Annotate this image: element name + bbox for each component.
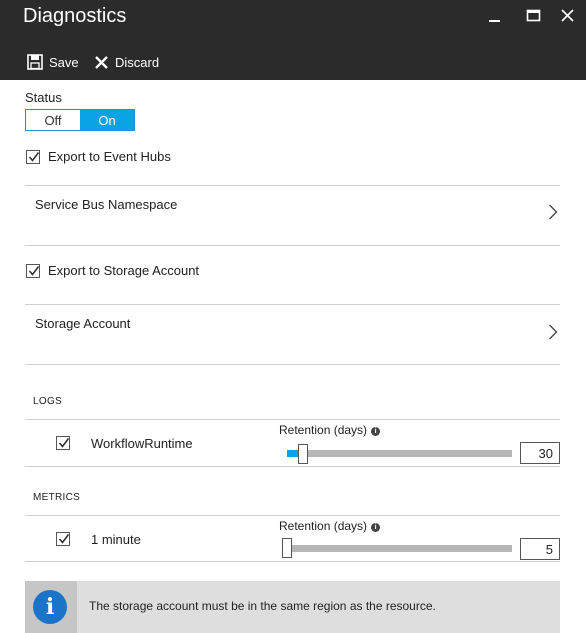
retention-label: Retention (days) i — [279, 423, 381, 437]
checkmark-icon — [58, 438, 70, 448]
status-toggle[interactable]: Off On — [25, 109, 135, 131]
service-bus-namespace-label: Service Bus Namespace — [35, 197, 178, 212]
page-title: Diagnostics — [23, 5, 127, 27]
minimize-button[interactable] — [484, 6, 504, 26]
log-retention-slider-track[interactable] — [287, 450, 512, 457]
save-icon — [27, 54, 43, 70]
checkmark-icon — [58, 534, 70, 544]
close-icon — [561, 9, 574, 22]
metrics-section-header: METRICS — [33, 492, 81, 503]
status-label: Status — [25, 90, 62, 105]
log-retention-slider-thumb[interactable] — [298, 444, 308, 464]
close-button[interactable] — [558, 6, 578, 26]
retention-label-text: Retention (days) — [279, 519, 368, 533]
discard-label: Discard — [115, 54, 160, 70]
service-bus-namespace-row[interactable]: Service Bus Namespace — [25, 186, 560, 245]
storage-account-row[interactable]: Storage Account — [25, 305, 560, 364]
retention-label: Retention (days) i — [279, 519, 381, 533]
info-banner: i The storage account must be in the sam… — [25, 581, 560, 633]
storage-account-checkbox[interactable] — [26, 264, 40, 278]
divider — [25, 561, 560, 562]
info-banner-icon-box: i — [25, 581, 77, 633]
log-retention-input[interactable]: 30 — [520, 442, 560, 464]
log-category-label: WorkflowRuntime — [91, 436, 193, 451]
checkmark-icon — [28, 266, 40, 276]
save-button[interactable]: Save — [27, 52, 79, 72]
chevron-right-icon — [549, 324, 558, 340]
status-off-option[interactable]: Off — [26, 110, 80, 130]
discard-icon — [95, 55, 108, 69]
minimize-icon — [489, 20, 500, 22]
event-hubs-label: Export to Event Hubs — [48, 149, 171, 164]
metric-checkbox-1-minute[interactable] — [56, 532, 70, 546]
divider — [25, 245, 560, 246]
divider — [25, 419, 560, 420]
info-icon: i — [371, 523, 381, 532]
metric-retention-input[interactable]: 5 — [520, 538, 560, 560]
storage-account-export-label: Export to Storage Account — [48, 263, 200, 278]
divider — [25, 515, 560, 516]
maximize-button[interactable] — [524, 6, 544, 26]
status-on-option[interactable]: On — [80, 110, 134, 130]
metric-retention-slider-thumb[interactable] — [282, 538, 292, 558]
retention-label-text: Retention (days) — [279, 423, 368, 437]
discard-button[interactable]: Discard — [94, 52, 159, 72]
chevron-right-icon — [549, 204, 558, 220]
logs-section-header: LOGS — [33, 396, 62, 407]
storage-account-label: Storage Account — [35, 316, 131, 331]
blade-header: Diagnostics Save Discard — [0, 0, 586, 80]
log-checkbox-workflowruntime[interactable] — [56, 436, 70, 450]
divider — [25, 466, 560, 467]
event-hubs-checkbox[interactable] — [26, 150, 40, 164]
info-banner-text: The storage account must be in the same … — [89, 599, 436, 613]
info-icon: i — [371, 427, 381, 436]
divider — [25, 364, 560, 365]
save-label: Save — [49, 54, 79, 70]
maximize-icon — [526, 9, 541, 22]
metric-retention-slider-track[interactable] — [287, 545, 512, 552]
info-icon: i — [33, 590, 67, 624]
metric-label: 1 minute — [91, 532, 141, 547]
checkmark-icon — [28, 152, 40, 162]
